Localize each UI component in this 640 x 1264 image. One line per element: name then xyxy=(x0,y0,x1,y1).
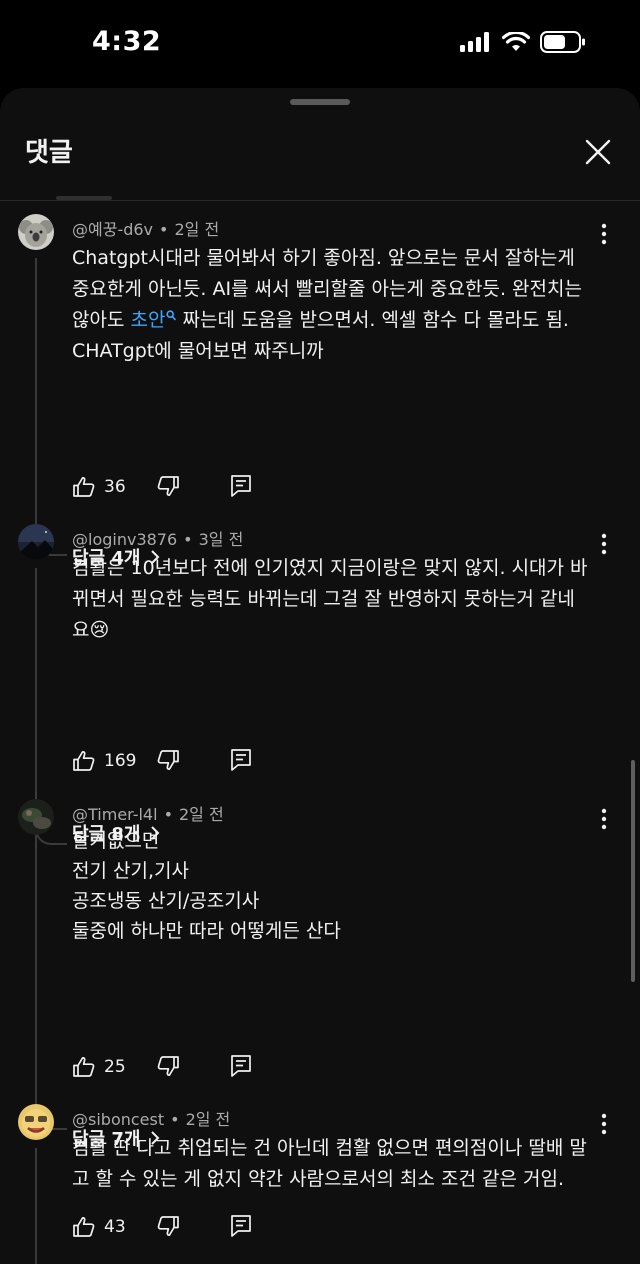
reply-comment-icon xyxy=(231,749,251,771)
thumbs-down-icon xyxy=(157,476,179,496)
comment-actions: 25 xyxy=(72,1052,251,1082)
comment-age: 2일 전 xyxy=(174,220,220,239)
comment-line: 중요한게 아닌듯. AI를 써서 빨리할줄 아는게 중요한듯. 완전치는 xyxy=(72,278,582,300)
like-button[interactable]: 36 xyxy=(72,475,126,499)
avatar[interactable] xyxy=(18,524,54,560)
comment-body: 할거없으면 전기 산기,기사 공조냉동 산기/공조기사 둘중에 하나만 따라 어… xyxy=(72,826,602,946)
comment-meta: @예꿍-d6v • 2일 전 xyxy=(72,220,220,239)
comment-line: 않아도 초안 짜는데 도움을 받으면서. 엑셀 함수 다 몰라도 됨. xyxy=(72,305,602,336)
thumbs-down-icon xyxy=(157,750,179,770)
comment-line: 뀌면서 필요한 능력도 바뀌는데 그걸 잘 반영하지 못하는거 같네 xyxy=(72,588,575,610)
comment-body: Chatgpt시대라 물어봐서 하기 좋아짐. 앞으로는 문서 잘하는게 중요한… xyxy=(72,243,602,367)
comment-line: 컴활 딴 다고 취업되는 건 아닌데 컴활 없으면 편의점이나 딸배 말 xyxy=(72,1137,587,1159)
comment-line-part: 짜는데 도움을 받으면서. 엑셀 함수 다 몰라도 됨. xyxy=(176,309,569,331)
like-button[interactable]: 43 xyxy=(72,1215,126,1239)
like-count: 169 xyxy=(104,751,137,771)
avatar[interactable] xyxy=(18,214,54,250)
comment-line: 공조냉동 산기/공조기사 xyxy=(72,890,260,912)
close-icon xyxy=(585,139,611,165)
wifi-icon xyxy=(502,32,530,51)
comment-age: 2일 전 xyxy=(179,805,224,824)
comment-line: Chatgpt시대라 물어봐서 하기 좋아짐. 앞으로는 문서 잘하는게 xyxy=(72,247,575,269)
reply-button[interactable] xyxy=(230,1214,252,1242)
comment-actions: 36 xyxy=(72,472,251,502)
like-count: 25 xyxy=(104,1057,126,1077)
thumbs-up-icon xyxy=(73,477,95,497)
like-button[interactable]: 169 xyxy=(72,749,136,773)
dislike-button[interactable] xyxy=(156,1054,180,1082)
cellular-signal-icon xyxy=(460,32,489,52)
reply-comment-icon xyxy=(231,475,251,497)
reply-comment-icon xyxy=(231,1215,251,1237)
drag-handle[interactable] xyxy=(290,99,350,105)
search-link[interactable]: 초안 xyxy=(130,309,177,331)
thumbs-down-icon xyxy=(157,1216,179,1236)
comment-line: 컴활은 10년보다 전에 인기였지 지금이랑은 맞지 않지. 시대가 바 xyxy=(72,557,588,579)
like-count: 36 xyxy=(104,477,126,497)
comment-line: 전기 산기,기사 xyxy=(72,860,189,882)
comment-meta: @loginv3876 • 3일 전 xyxy=(72,530,244,549)
comment-author[interactable]: @Timer-l4l xyxy=(72,805,158,824)
cartoon-face-avatar-icon xyxy=(18,1104,54,1140)
search-icon xyxy=(166,310,177,321)
status-bar: 4:32 xyxy=(0,0,640,88)
comment-author[interactable]: @예꿍-d6v xyxy=(72,220,153,239)
close-button[interactable] xyxy=(582,136,614,168)
thread-line xyxy=(35,843,37,1129)
search-link-text: 초안 xyxy=(130,309,166,331)
comment-body: 컴활은 10년보다 전에 인기였지 지금이랑은 맞지 않지. 시대가 바 뀌면서… xyxy=(72,553,602,646)
status-icons xyxy=(460,31,586,53)
like-count: 43 xyxy=(104,1217,126,1237)
night-mountain-avatar-icon xyxy=(18,524,54,560)
comment-author[interactable]: @siboncest xyxy=(72,1110,164,1129)
reply-button[interactable] xyxy=(230,474,252,502)
sheet-title: 댓글 xyxy=(25,138,73,168)
comment-line: 고 할 수 있는 게 없지 약간 사람으로서의 최소 조건 같은 거임. xyxy=(72,1168,564,1190)
scrollbar[interactable] xyxy=(631,760,635,982)
thumbs-up-icon xyxy=(73,1057,95,1077)
dark-photo-avatar-icon xyxy=(18,799,54,835)
like-button[interactable]: 25 xyxy=(72,1055,126,1079)
comment-line-part: 않아도 xyxy=(72,309,131,331)
thumbs-up-icon xyxy=(73,1217,95,1237)
comment-actions: 169 xyxy=(72,746,251,776)
comment-actions: 43 xyxy=(72,1212,251,1242)
comment-line: 둘중에 하나만 따라 어떻게든 산다 xyxy=(72,920,341,942)
comment-age: 2일 전 xyxy=(185,1110,231,1129)
comments-sheet: 댓글 @예꿍-d6v • 2일 전 Chatgpt시대라 물어봐서 하기 좋아짐… xyxy=(0,88,640,1264)
thumbs-down-icon xyxy=(157,1056,179,1076)
dislike-button[interactable] xyxy=(156,1214,180,1242)
avatar[interactable] xyxy=(18,1104,54,1140)
comment-line: CHATgpt에 물어보면 짜주니까 xyxy=(72,340,324,362)
thread-line xyxy=(35,258,37,536)
reply-button[interactable] xyxy=(230,1054,252,1082)
thumbs-up-icon xyxy=(73,751,95,771)
comment-body: 컴활 딴 다고 취업되는 건 아닌데 컴활 없으면 편의점이나 딸배 말 고 할… xyxy=(72,1133,602,1195)
comment-age: 3일 전 xyxy=(198,530,244,549)
comment-meta: @siboncest • 2일 전 xyxy=(72,1110,231,1129)
thread-line xyxy=(35,1148,37,1264)
header-divider xyxy=(0,200,640,201)
comment-meta: @Timer-l4l • 2일 전 xyxy=(72,805,224,824)
avatar[interactable] xyxy=(18,799,54,835)
reply-button[interactable] xyxy=(230,748,252,776)
dislike-button[interactable] xyxy=(156,748,180,776)
comment-line: 할거없으면 xyxy=(72,830,160,852)
status-time: 4:32 xyxy=(92,26,162,57)
battery-icon xyxy=(540,31,585,53)
koala-avatar-icon xyxy=(18,214,54,250)
reply-comment-icon xyxy=(231,1055,251,1077)
comment-author[interactable]: @loginv3876 xyxy=(72,530,177,549)
dislike-button[interactable] xyxy=(156,474,180,502)
comment-line: 요😢 xyxy=(72,619,110,641)
